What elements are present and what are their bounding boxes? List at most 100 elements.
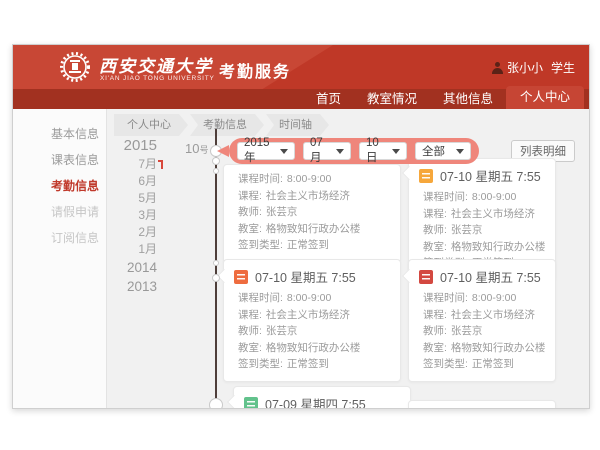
attendance-card: 07-10 星期五 7:55 课程时间: 8:00-9:00 课程: 社会主义市场经… [408,259,556,382]
timeline-year-2013[interactable]: 2013 [109,277,157,296]
timeline-month-jul[interactable]: 7月 [109,156,157,173]
detail-value: 格物致知行政办公楼 [266,342,361,354]
breadcrumb-attendance-info[interactable]: 考勤信息 [190,114,264,136]
user-name: 张小小 [507,59,543,76]
timeline-month-jun[interactable]: 6月 [109,173,157,190]
detail-value: 张芸京 [266,325,298,337]
detail-value: 格物致知行政办公楼 [451,342,546,354]
filter-balloon: 2015年 07月 10日 全部 [229,138,479,164]
sidebar: 基本信息 课表信息 考勤信息 请假申请 订阅信息 [13,109,107,408]
timeline-node [212,274,220,282]
app-header: 西安交通大学 XI'AN JIAO TONG UNIVERSITY 考勤服务 张… [13,45,589,89]
detail-label: 教师: [423,224,447,236]
screenshot-canvas: 西安交通大学 XI'AN JIAO TONG UNIVERSITY 考勤服务 张… [0,0,600,450]
year-select[interactable]: 2015年 [237,142,295,160]
detail-label: 课程: [238,309,262,321]
status-icon [419,270,433,284]
chevron-down-icon [336,149,344,154]
sidebar-item-schedule-info[interactable]: 课表信息 [13,147,106,173]
detail-value: 正常签到 [287,358,329,370]
nav-item-other-info[interactable]: 其他信息 [430,89,506,109]
status-icon [234,270,248,284]
main-nav: 首页 教室情况 其他信息 个人中心 [13,89,589,109]
detail-label: 课程: [238,190,262,202]
timeline-node [209,398,223,409]
detail-label: 教室: [423,342,447,354]
status-icon [244,397,258,410]
detail-label: 课程时间: [238,292,283,304]
detail-value: 张芸京 [266,206,298,218]
timeline-month-feb[interactable]: 2月 [109,224,157,241]
nav-item-classrooms[interactable]: 教室情况 [354,89,430,109]
card-title: 07-10 星期五 7:55 [440,166,541,185]
timeline-month-jan[interactable]: 1月 [109,241,157,258]
detail-value: 社会主义市场经济 [266,190,350,202]
filter-balloon-pointer [217,145,229,157]
detail-label: 教室: [423,241,447,253]
sidebar-item-subscription-info[interactable]: 订阅信息 [13,225,106,251]
detail-label: 教师: [423,325,447,337]
user-role: 学生 [551,59,575,76]
chevron-down-icon [456,149,464,154]
status-icon [419,169,433,183]
attendance-card: 07-09 星期四 7:55 [233,386,411,409]
university-name-en: XI'AN JIAO TONG UNIVERSITY [100,75,215,82]
detail-label: 教师: [238,206,262,218]
timeline-month-mar[interactable]: 3月 [109,207,157,224]
timeline-node [213,260,219,266]
breadcrumb-timeline[interactable]: 时间轴 [266,114,329,136]
user-info[interactable]: 张小小 学生 [492,59,575,76]
timeline-year-2015[interactable]: 2015 [109,135,157,156]
sidebar-item-basic-info[interactable]: 基本信息 [13,121,106,147]
timeline-node [212,157,220,165]
detail-value: 社会主义市场经济 [451,309,535,321]
detail-value: 社会主义市场经济 [266,309,350,321]
detail-label: 课程时间: [423,191,468,203]
detail-label: 签到类型: [238,239,283,251]
detail-label: 签到类型: [423,358,468,370]
detail-label: 课程时间: [238,173,283,185]
timeline-year-2014[interactable]: 2014 [109,258,157,277]
timeline-node [213,168,219,174]
detail-value: 格物致知行政办公楼 [266,223,361,235]
day-marker-10: 10号 [185,141,208,156]
scope-select[interactable]: 全部 [415,142,471,160]
app-window: 西安交通大学 XI'AN JIAO TONG UNIVERSITY 考勤服务 张… [12,44,590,409]
month-select[interactable]: 07月 [303,142,351,160]
attendance-card [408,400,556,409]
chevron-down-icon [280,149,288,154]
nav-item-home[interactable]: 首页 [303,89,354,109]
detail-value: 正常签到 [287,239,329,251]
detail-value: 格物致知行政办公楼 [451,241,546,253]
content-area: 基本信息 课表信息 考勤信息 请假申请 订阅信息 个人中心 考勤信息 时间轴 2… [13,109,589,408]
detail-value: 8:00-9:00 [472,191,516,203]
breadcrumb-personal-center[interactable]: 个人中心 [114,114,188,136]
detail-label: 课程: [423,208,447,220]
day-select[interactable]: 10日 [359,142,407,160]
sidebar-item-attendance-info[interactable]: 考勤信息 [13,173,106,199]
detail-label: 课程时间: [423,292,468,304]
breadcrumb: 个人中心 考勤信息 时间轴 [114,114,329,136]
detail-label: 教室: [238,223,262,235]
detail-value: 8:00-9:00 [287,173,331,185]
attendance-card: 课程时间: 8:00-9:00 课程: 社会主义市场经济 教师: 张芸京 教室: 格物致… [223,164,401,263]
detail-label: 课程: [423,309,447,321]
detail-value: 社会主义市场经济 [451,208,535,220]
detail-label: 教室: [238,342,262,354]
timeline-month-may[interactable]: 5月 [109,190,157,207]
card-title: 07-10 星期五 7:55 [440,267,541,286]
attendance-card: 07-10 星期五 7:55 课程时间:8:00-9:00 课程:社会主义市场经… [223,259,401,382]
university-name-cn: 西安交通大学 [99,52,213,77]
timeline-date-list: 2015 7月 6月 5月 3月 2月 1月 2014 2013 [109,135,157,296]
nav-item-personal-center[interactable]: 个人中心 [506,86,584,109]
detail-label: 签到类型: [238,358,283,370]
chevron-down-icon [392,149,400,154]
detail-value: 8:00-9:00 [472,292,516,304]
detail-value: 张芸京 [451,325,483,337]
current-month-marker-icon [161,160,163,169]
detail-value: 8:00-9:00 [287,292,331,304]
user-icon [492,62,503,74]
detail-value: 正常签到 [472,358,514,370]
sidebar-item-leave-request[interactable]: 请假申请 [13,199,106,225]
university-logo-icon [59,51,91,83]
